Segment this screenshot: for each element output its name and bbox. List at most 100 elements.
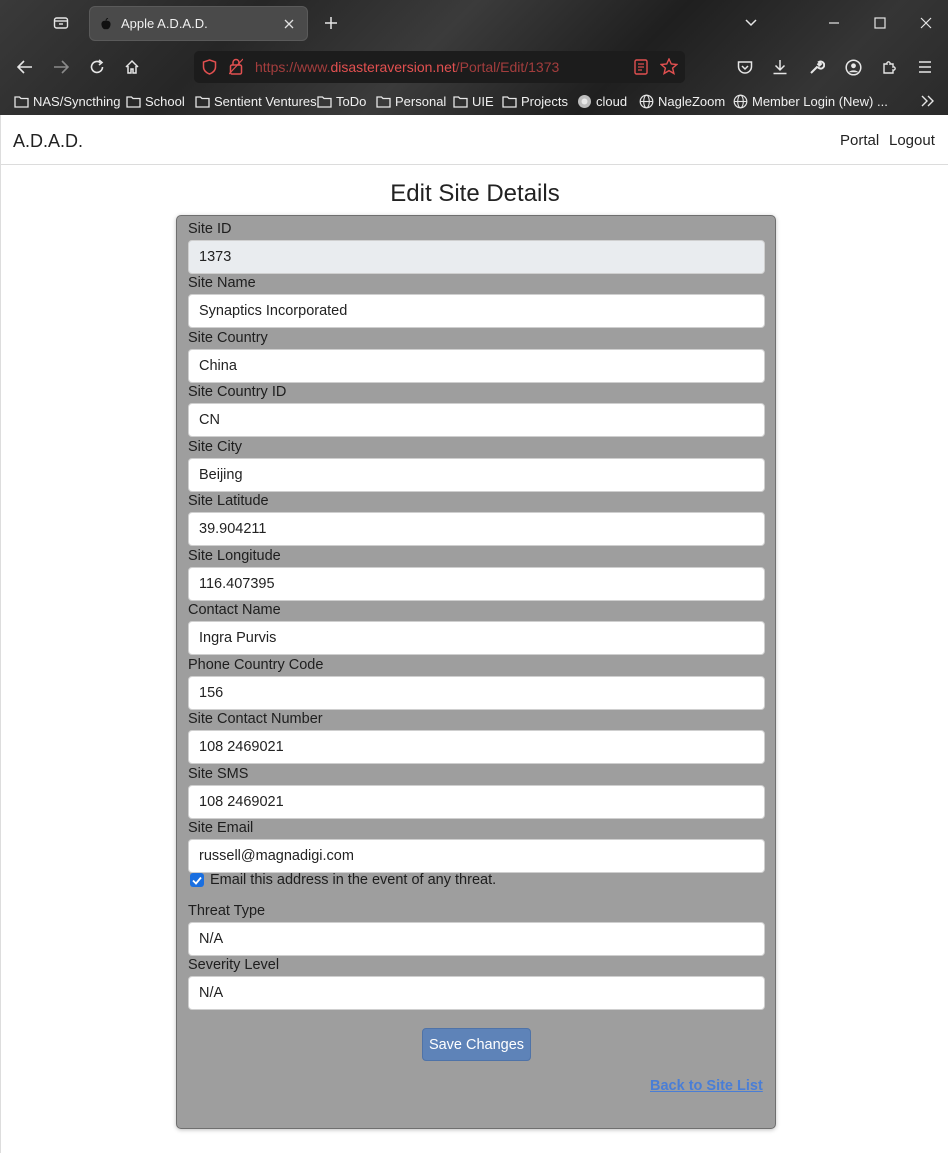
folder-icon <box>453 95 468 108</box>
back-arrow-icon[interactable] <box>14 56 36 78</box>
new-tab-icon[interactable] <box>320 12 342 34</box>
site-navbar: A.D.A.D. Portal Logout <box>1 115 948 165</box>
folder-icon <box>317 95 332 108</box>
folder-icon <box>502 95 517 108</box>
bookmark-item[interactable]: cloud <box>577 92 627 110</box>
site-longitude-input[interactable]: 116.407395 <box>188 567 765 601</box>
email-alert-checkbox[interactable] <box>190 873 204 887</box>
globe-icon <box>639 94 654 108</box>
form-group-site-email: Site Email russell@magnadigi.com <box>188 818 765 873</box>
site-sms-label: Site SMS <box>188 766 249 782</box>
minimize-icon[interactable] <box>823 12 845 34</box>
bookmark-label: Projects <box>521 93 568 109</box>
bookmark-item[interactable]: Projects <box>502 92 568 110</box>
home-icon[interactable] <box>121 56 143 78</box>
reload-icon[interactable] <box>86 56 108 78</box>
folder-icon <box>376 95 391 108</box>
site-name-label: Site Name <box>188 275 256 291</box>
save-changes-button[interactable]: Save Changes <box>422 1028 531 1061</box>
tab-bar: Apple A.D.A.D. <box>0 0 948 46</box>
form-group-site-name: Site Name Synaptics Incorporated <box>188 273 765 328</box>
reader-view-icon[interactable] <box>634 59 648 78</box>
url-path: /Portal/Edit/1373 <box>455 59 560 75</box>
nav-link-logout[interactable]: Logout <box>889 132 935 149</box>
firefox-view-icon[interactable] <box>50 12 72 34</box>
bookmark-item[interactable]: Personal <box>376 92 446 110</box>
site-id-label: Site ID <box>188 221 232 237</box>
form-group-site-latitude: Site Latitude 39.904211 <box>188 491 765 546</box>
form-group-contact-name: Contact Name Ingra Purvis <box>188 600 765 655</box>
site-city-label: Site City <box>188 439 242 455</box>
form-group-site-sms: Site SMS 108 2469021 <box>188 764 765 819</box>
page-content: A.D.A.D. Portal Logout Edit Site Details… <box>0 115 948 1153</box>
bookmark-item[interactable]: Sentient Ventures <box>195 92 317 110</box>
url-host: disasteraversion.net <box>330 59 456 75</box>
bookmark-item[interactable]: Member Login (New) ... <box>733 92 888 110</box>
site-latitude-input[interactable]: 39.904211 <box>188 512 765 546</box>
cloud-favicon <box>578 94 591 108</box>
close-tab-icon[interactable] <box>281 16 297 32</box>
bookmark-label: cloud <box>596 93 628 109</box>
form-group-site-contact-number: Site Contact Number 108 2469021 <box>188 709 765 764</box>
list-all-tabs-icon[interactable] <box>740 12 762 34</box>
url-bar[interactable]: https://www.disasteraversion.net/Portal/… <box>194 51 685 83</box>
site-contact-number-input[interactable]: 108 2469021 <box>188 730 765 764</box>
tab-active[interactable]: Apple A.D.A.D. <box>89 6 308 41</box>
wrench-icon[interactable] <box>806 56 828 78</box>
nav-link-portal[interactable]: Portal <box>840 132 879 149</box>
tab-title: Apple A.D.A.D. <box>121 16 208 31</box>
url-text[interactable]: https://www.disasteraversion.net/Portal/… <box>255 59 559 75</box>
email-alert-row: Email this address in the event of any t… <box>188 872 496 888</box>
edit-site-form: Site ID 1373 Site Name Synaptics Incorpo… <box>176 215 776 1129</box>
contact-name-input[interactable]: Ingra Purvis <box>188 621 765 655</box>
phone-country-code-input[interactable]: 156 <box>188 676 765 710</box>
pocket-icon[interactable] <box>734 56 756 78</box>
site-country-label: Site Country <box>188 330 268 346</box>
bookmark-star-icon[interactable] <box>659 57 679 78</box>
form-group-site-country: Site Country China <box>188 328 765 383</box>
site-country-id-label: Site Country ID <box>188 384 287 400</box>
more-bookmarks-chevron-icon[interactable] <box>920 92 940 110</box>
folder-icon <box>195 95 210 108</box>
close-window-icon[interactable] <box>915 12 937 34</box>
site-name-input[interactable]: Synaptics Incorporated <box>188 294 765 328</box>
bookmark-label: School <box>145 93 185 109</box>
bookmark-label: UIE <box>472 93 494 109</box>
folder-icon <box>14 95 29 108</box>
page-title: Edit Site Details <box>390 180 560 207</box>
insecure-lock-icon[interactable] <box>228 58 244 78</box>
site-city-input[interactable]: Beijing <box>188 458 765 492</box>
extensions-puzzle-icon[interactable] <box>878 56 900 78</box>
back-to-site-list-link[interactable]: Back to Site List <box>650 1078 763 1094</box>
tracking-protection-shield-icon[interactable] <box>202 59 217 78</box>
site-email-input[interactable]: russell@magnadigi.com <box>188 839 765 873</box>
bookmark-label: NagleZoom <box>658 93 726 109</box>
maximize-icon[interactable] <box>869 12 891 34</box>
severity-level-input[interactable]: N/A <box>188 976 765 1010</box>
site-latitude-label: Site Latitude <box>188 493 269 509</box>
downloads-icon[interactable] <box>769 56 791 78</box>
form-group-phone-country-code: Phone Country Code 156 <box>188 655 765 710</box>
account-icon[interactable] <box>842 56 864 78</box>
site-country-input[interactable]: China <box>188 349 765 383</box>
bookmark-label: Sentient Ventures <box>214 93 317 109</box>
bookmark-item[interactable]: NAS/Syncthing <box>14 92 120 110</box>
hamburger-menu-icon[interactable] <box>914 56 936 78</box>
site-sms-input[interactable]: 108 2469021 <box>188 785 765 819</box>
forward-arrow-icon[interactable] <box>50 56 72 78</box>
form-group-site-country-id: Site Country ID CN <box>188 382 765 437</box>
brand-logo[interactable]: A.D.A.D. <box>13 131 83 152</box>
site-country-id-input[interactable]: CN <box>188 403 765 437</box>
url-scheme: https://www. <box>255 59 331 75</box>
threat-type-input[interactable]: N/A <box>188 922 765 956</box>
bookmark-item[interactable]: ToDo <box>317 92 366 110</box>
form-group-severity-level: Severity Level N/A <box>188 955 765 1010</box>
bookmark-label: NAS/Syncthing <box>33 93 121 109</box>
bookmark-item[interactable]: NagleZoom <box>639 92 725 110</box>
bookmark-item[interactable]: UIE <box>453 92 494 110</box>
apple-favicon-icon <box>100 17 112 30</box>
bookmark-item[interactable]: School <box>126 92 185 110</box>
form-group-site-longitude: Site Longitude 116.407395 <box>188 546 765 601</box>
email-alert-label[interactable]: Email this address in the event of any t… <box>210 872 496 888</box>
site-id-input[interactable]: 1373 <box>188 240 765 274</box>
